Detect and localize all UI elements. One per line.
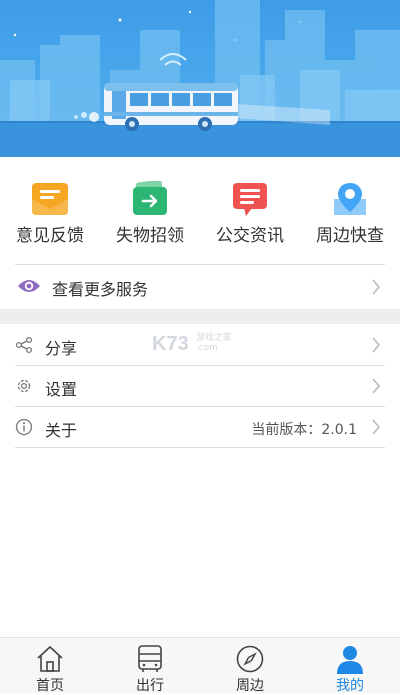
home-icon (37, 645, 63, 672)
quick-action-label: 失物招领 (116, 226, 184, 246)
map-pin-icon (334, 183, 366, 215)
settings-row-about[interactable]: 关于 当前版本：2.0.1 (15, 407, 385, 448)
quick-action-feedback[interactable]: 意见反馈 (0, 157, 100, 262)
tab-mine[interactable]: 我的 (300, 638, 400, 694)
hero-banner (0, 0, 400, 157)
quick-action-label: 公交资讯 (216, 226, 284, 246)
quick-action-lost-found[interactable]: 失物招领 (100, 157, 200, 262)
quick-action-label: 意见反馈 (16, 226, 84, 246)
compass-icon (236, 645, 264, 673)
settings-row-label: 关于 (45, 421, 78, 440)
app-version: 当前版本：2.0.1 (251, 422, 357, 438)
user-icon (337, 646, 363, 674)
gear-icon (17, 379, 31, 393)
watermark-domain: .com (195, 343, 218, 353)
wallet-icon (133, 181, 167, 215)
watermark-sub: 游戏之家 (195, 333, 232, 343)
bottom-tab-bar: 首页 出行 周边 我的 (0, 637, 400, 694)
more-services-label: 查看更多服务 (52, 280, 149, 299)
tab-travel[interactable]: 出行 (100, 638, 200, 694)
tab-label: 周边 (236, 678, 264, 694)
tab-home[interactable]: 首页 (0, 638, 100, 694)
tab-label: 我的 (336, 678, 364, 694)
settings-row-settings[interactable]: 设置 (15, 366, 385, 407)
chevron-right-icon (372, 337, 381, 353)
quick-action-bus-news[interactable]: 公交资讯 (200, 157, 300, 262)
eye-icon (18, 280, 40, 292)
chevron-right-icon (372, 378, 381, 394)
watermark: K73 游戏之家 .com (152, 333, 232, 356)
envelope-icon (32, 183, 68, 215)
bus-icon (138, 645, 162, 672)
watermark-brand: K73 (152, 333, 189, 355)
quick-action-nearby[interactable]: 周边快查 (300, 157, 400, 262)
chevron-right-icon (372, 419, 381, 435)
quick-action-label: 周边快查 (316, 226, 384, 246)
more-services-row[interactable]: 查看更多服务 (15, 264, 385, 310)
info-icon (15, 418, 33, 436)
settings-row-label: 分享 (45, 339, 78, 358)
quick-actions: 意见反馈 失物招领 公交资讯 周边快查 (0, 157, 400, 262)
tab-label: 出行 (136, 678, 164, 694)
bus-illustration (0, 0, 400, 157)
tab-label: 首页 (36, 678, 64, 694)
share-icon (15, 336, 33, 354)
settings-row-label: 设置 (45, 380, 78, 399)
section-divider (0, 309, 400, 324)
tab-nearby[interactable]: 周边 (200, 638, 300, 694)
message-icon (233, 183, 267, 216)
chevron-right-icon (372, 279, 381, 295)
